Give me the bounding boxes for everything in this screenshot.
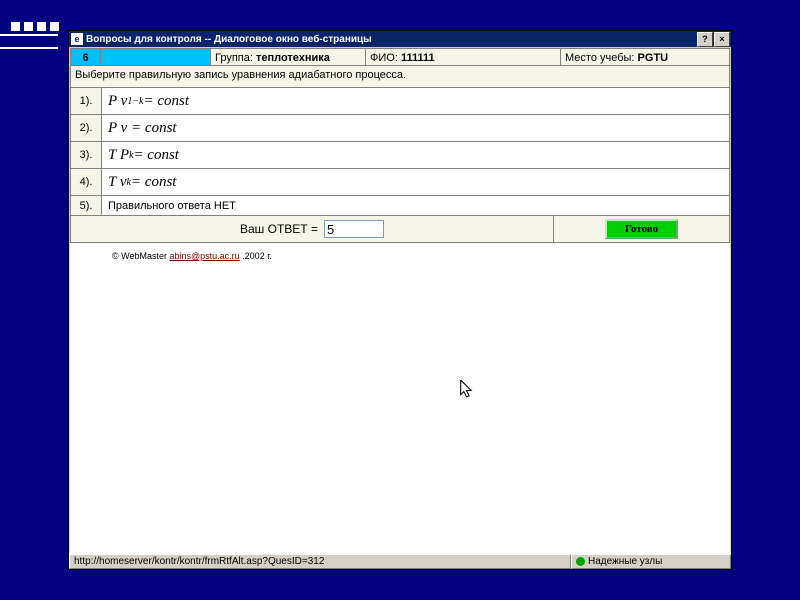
answer-body: T Pk = const xyxy=(102,142,729,168)
statusbar: http://homeserver/kontr/kontr/frmRtfAlt.… xyxy=(69,553,731,569)
window-title: Вопросы для контроля -- Диалоговое окно … xyxy=(86,34,697,45)
answer-number: 5). xyxy=(71,196,102,215)
answer-footer: Ваш ОТВЕТ = Готово xyxy=(70,216,730,243)
titlebar: e Вопросы для контроля -- Диалоговое окн… xyxy=(69,31,731,47)
trust-icon xyxy=(576,557,585,566)
answer-row[interactable]: 5).Правильного ответа НЕТ xyxy=(70,196,730,216)
credit-line: © WebMaster abins@pstu.ac.ru .2002 г. xyxy=(112,251,730,261)
ready-cell: Готово xyxy=(554,216,729,242)
answer-row[interactable]: 4).T vk = const xyxy=(70,169,730,196)
close-button[interactable]: × xyxy=(714,32,730,47)
header-row: 6 Группа: теплотехника ФИО: 111111 Место… xyxy=(70,48,730,66)
answer-input[interactable] xyxy=(324,220,384,238)
header-spacer xyxy=(101,49,211,65)
question-text: Выберите правильную запись уравнения ади… xyxy=(70,66,730,88)
answer-number: 4). xyxy=(71,169,102,195)
credit-prefix: © WebMaster xyxy=(112,251,169,261)
ie-icon: e xyxy=(71,33,83,45)
place-cell: Место учебы: PGTU xyxy=(561,49,729,65)
answer-number: 1). xyxy=(71,88,102,114)
credit-suffix: .2002 г. xyxy=(242,251,272,261)
status-url: http://homeserver/kontr/kontr/frmRtfAlt.… xyxy=(69,554,571,569)
question-number: 6 xyxy=(71,49,101,65)
credit-email-link[interactable]: abins@pstu.ac.ru xyxy=(169,251,239,261)
help-button[interactable]: ? xyxy=(697,32,713,47)
answer-row[interactable]: 3).T Pk = const xyxy=(70,142,730,169)
group-value: теплотехника xyxy=(256,52,330,64)
answer-number: 2). xyxy=(71,115,102,141)
answer-row[interactable]: 1).P v1−k = const xyxy=(70,88,730,115)
dialog-window: e Вопросы для контроля -- Диалоговое окн… xyxy=(68,30,732,570)
answer-number: 3). xyxy=(71,142,102,168)
answer-row[interactable]: 2).P v = const xyxy=(70,115,730,142)
answer-body: P v1−k = const xyxy=(102,88,729,114)
fio-value: 111111 xyxy=(401,52,435,64)
group-cell: Группа: теплотехника xyxy=(211,49,366,65)
status-trust: Надежные узлы xyxy=(571,554,731,569)
group-label: Группа: xyxy=(215,52,253,64)
place-value: PGTU xyxy=(638,52,669,64)
answer-body: T vk = const xyxy=(102,169,729,195)
answer-body: P v = const xyxy=(102,115,729,141)
answer-input-cell: Ваш ОТВЕТ = xyxy=(71,216,554,242)
ready-button[interactable]: Готово xyxy=(605,219,678,239)
trust-label: Надежные узлы xyxy=(588,555,662,568)
fio-label: ФИО: xyxy=(370,52,398,64)
content-area: 6 Группа: теплотехника ФИО: 111111 Место… xyxy=(70,48,730,553)
answer-body: Правильного ответа НЕТ xyxy=(102,196,729,215)
answer-label: Ваш ОТВЕТ = xyxy=(240,222,318,236)
place-label: Место учебы: xyxy=(565,52,634,64)
fio-cell: ФИО: 111111 xyxy=(366,49,561,65)
